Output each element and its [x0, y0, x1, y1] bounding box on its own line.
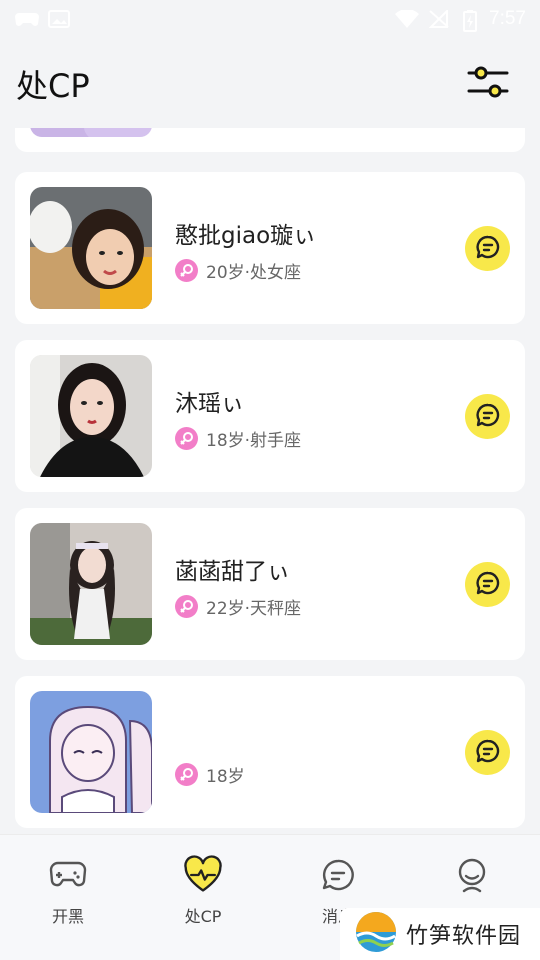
female-icon: [175, 763, 198, 786]
watermark: 竹笋软件园: [340, 908, 540, 960]
user-age-sign: 20岁·处女座: [206, 263, 302, 283]
user-photo: [30, 691, 152, 813]
chat-bubble-icon: [475, 738, 501, 768]
chat-bubble-icon: [475, 570, 501, 600]
chat-bubble-icon: [475, 402, 501, 432]
message-icon: [318, 855, 358, 895]
chat-bubble-icon: [475, 234, 501, 264]
user-age-sign: 18岁·射手座: [206, 431, 302, 451]
user-age-sign: 18岁: [206, 767, 245, 787]
user-name: 憨批giao璇ぃ: [175, 223, 317, 249]
user-meta: 20岁·处女座: [175, 258, 301, 283]
wifi-icon: [395, 9, 420, 28]
user-photo: [30, 128, 152, 137]
gamepad-icon: [48, 855, 88, 895]
heart-pulse-icon: [183, 855, 223, 895]
watermark-logo-icon: [354, 910, 398, 958]
header: 处CP: [0, 38, 540, 130]
user-name: 沐瑶ぃ: [175, 391, 244, 417]
tab-label: 开黑: [51, 907, 84, 926]
filter-button[interactable]: [466, 64, 510, 104]
chat-button[interactable]: [465, 226, 510, 271]
image-status-icon: [48, 10, 70, 28]
tab-chucp[interactable]: 处CP: [148, 855, 258, 935]
user-name: 菡菡甜了ぃ: [175, 559, 290, 585]
user-meta: 22岁·天秤座: [175, 594, 301, 619]
chat-button[interactable]: [465, 562, 510, 607]
female-icon: [175, 259, 198, 282]
user-card[interactable]: 18岁: [15, 676, 525, 828]
user-meta: 18岁: [175, 762, 245, 787]
user-photo: [30, 523, 152, 645]
watermark-text: 竹笋软件园: [406, 924, 522, 949]
filter-sliders-icon: [467, 65, 509, 103]
page-title: 处CP: [16, 67, 90, 105]
tab-label: 处CP: [184, 907, 222, 926]
status-time: 7:57: [489, 8, 526, 29]
user-card[interactable]: 菡菡甜了ぃ 22岁·天秤座: [15, 508, 525, 660]
chat-button[interactable]: [465, 730, 510, 775]
no-signal-icon: [428, 8, 451, 28]
user-card[interactable]: 沐瑶ぃ 18岁·射手座: [15, 340, 525, 492]
user-photo: [30, 355, 152, 477]
user-age-sign: 22岁·天秤座: [206, 599, 302, 619]
profile-icon: [452, 855, 492, 895]
chat-button[interactable]: [465, 394, 510, 439]
user-photo: [30, 187, 152, 309]
user-card[interactable]: [15, 128, 525, 152]
user-list[interactable]: 憨批giao璇ぃ 20岁·处女座 沐瑶ぃ 18岁·射手座 菡菡甜了ぃ 22岁·天…: [15, 128, 525, 834]
status-bar: 7:57: [0, 0, 540, 38]
user-card[interactable]: 憨批giao璇ぃ 20岁·处女座: [15, 172, 525, 324]
female-icon: [175, 427, 198, 450]
female-icon: [175, 595, 198, 618]
user-meta: 18岁·射手座: [175, 426, 301, 451]
tab-kaihei[interactable]: 开黑: [13, 855, 123, 935]
battery-icon: [463, 10, 478, 32]
gamepad-status-icon: [14, 10, 39, 28]
